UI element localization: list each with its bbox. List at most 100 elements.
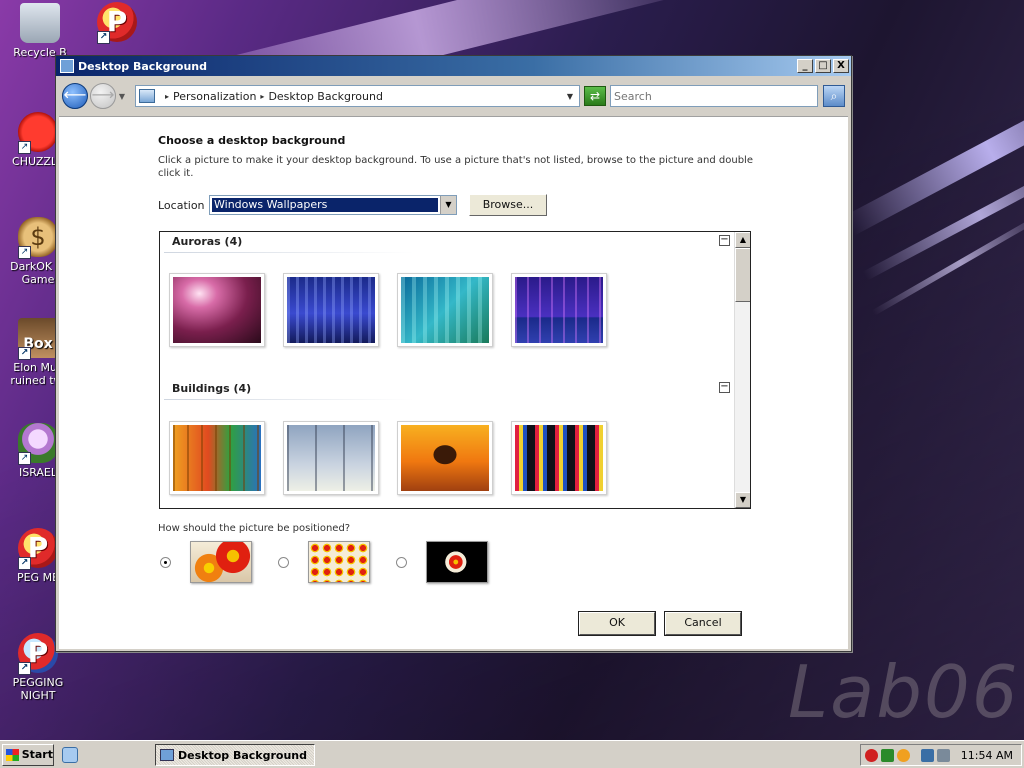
taskbar: Start Desktop Background 11:54 AM xyxy=(0,740,1024,768)
forward-button[interactable]: ⟶ xyxy=(90,83,116,109)
shortcut-arrow-icon: ↗ xyxy=(18,246,31,259)
breadcrumb-personalization[interactable]: Personalization xyxy=(173,90,256,103)
wallpaper-thumbnail xyxy=(515,425,603,491)
group-divider xyxy=(164,399,414,400)
desktop-icon-recycle-bin[interactable]: Recycle B xyxy=(5,3,75,59)
money-bag-icon: $ ↗ xyxy=(18,217,58,259)
thumb-sky-windows[interactable] xyxy=(283,421,379,495)
window-title: Desktop Background xyxy=(78,59,208,73)
scroll-up-button[interactable]: ▲ xyxy=(735,232,750,248)
gallery-scrollbar[interactable]: ▲ ▼ xyxy=(734,232,750,508)
desktop-icon-label: PEGGING NIGHT xyxy=(12,676,64,702)
windows-logo-icon xyxy=(6,748,19,761)
volume-icon[interactable] xyxy=(937,748,950,762)
location-selected-value[interactable]: Windows Wallpapers xyxy=(212,198,438,212)
position-tile-radio[interactable] xyxy=(278,557,289,568)
thumb-aurora-purple[interactable] xyxy=(511,273,607,347)
desktop-watermark: Lab06 xyxy=(788,650,1020,734)
flower-icon: ↗ xyxy=(18,423,58,465)
group-divider xyxy=(164,252,414,253)
box-game-icon: Box ↗ xyxy=(18,318,58,360)
shortcut-arrow-icon: ↗ xyxy=(18,452,31,465)
taskbar-item-label: Desktop Background xyxy=(178,748,308,762)
group-header-auroras: Auroras (4) xyxy=(172,235,243,248)
content-pane: Choose a desktop background Click a pict… xyxy=(59,116,848,649)
wallpaper-streak xyxy=(862,149,1024,281)
thumb-aurora-pink[interactable] xyxy=(169,273,265,347)
refresh-button[interactable]: ⇄ xyxy=(584,86,606,106)
control-panel-icon xyxy=(139,89,155,103)
collapse-buildings-button[interactable]: − xyxy=(719,382,730,393)
start-button[interactable]: Start xyxy=(2,743,54,766)
location-select[interactable]: Windows Wallpapers ▼ xyxy=(209,195,457,215)
search-input[interactable] xyxy=(610,85,818,107)
monitor-icon[interactable] xyxy=(921,748,934,762)
wallpaper-thumbnail xyxy=(173,277,261,343)
desktop-icon-peggle-top[interactable]: P ↗ xyxy=(82,2,152,45)
group-header-buildings: Buildings (4) xyxy=(172,382,252,395)
scroll-down-button[interactable]: ▼ xyxy=(735,492,750,508)
network-icon[interactable] xyxy=(881,748,894,762)
chuzzle-icon: ↗ xyxy=(18,112,58,154)
shortcut-arrow-icon: ↗ xyxy=(18,347,31,360)
wallpaper-thumbnail xyxy=(401,425,489,491)
position-tile-preview[interactable] xyxy=(308,541,370,583)
window-titlebar[interactable]: Desktop Background _ □ X xyxy=(56,56,851,76)
thumb-city-night[interactable] xyxy=(511,421,607,495)
ok-button[interactable]: OK xyxy=(578,611,656,636)
collapse-auroras-button[interactable]: − xyxy=(719,235,730,246)
quick-launch-ie-icon[interactable] xyxy=(62,746,78,763)
address-bar[interactable]: ▸ Personalization ▸ Desktop Background ▼ xyxy=(135,85,580,107)
wallpaper-thumbnail xyxy=(287,277,375,343)
thumb-aurora-blue[interactable] xyxy=(283,273,379,347)
position-fit-preview[interactable] xyxy=(190,541,252,583)
clock[interactable]: 11:54 AM xyxy=(961,749,1013,762)
wallpaper-thumbnail xyxy=(515,277,603,343)
thumb-taj-mahal[interactable] xyxy=(397,421,493,495)
scroll-thumb[interactable] xyxy=(735,248,750,302)
security-alert-icon[interactable] xyxy=(865,748,878,762)
position-center-preview[interactable] xyxy=(426,541,488,583)
wallpaper-thumbnail xyxy=(287,425,375,491)
chevron-down-icon[interactable]: ▼ xyxy=(440,196,456,214)
search-button[interactable]: ⌕ xyxy=(823,85,845,107)
navigation-bar: ⟵ ⟶ ▼ ▸ Personalization ▸ Desktop Backgr… xyxy=(59,78,848,114)
position-center-radio[interactable] xyxy=(396,557,407,568)
chevron-right-icon[interactable]: ▸ xyxy=(260,92,264,101)
wallpaper-gallery: Auroras (4) − Buildings (4) − ▲ ▼ xyxy=(159,231,751,509)
search-tray-icon[interactable] xyxy=(897,748,910,762)
desktop-background-window: Desktop Background _ □ X ⟵ ⟶ ▼ ▸ Persona… xyxy=(55,55,852,652)
close-button[interactable]: X xyxy=(833,59,849,73)
window-icon xyxy=(60,59,74,73)
start-label: Start xyxy=(21,748,53,761)
peggle-icon: P ↗ xyxy=(18,528,58,570)
wallpaper-streak xyxy=(871,210,1024,316)
recycle-bin-icon xyxy=(20,3,60,43)
location-label: Location xyxy=(158,199,205,212)
minimize-button[interactable]: _ xyxy=(797,59,813,73)
thumb-glass-building[interactable] xyxy=(169,421,265,495)
thumb-aurora-teal[interactable] xyxy=(397,273,493,347)
peggle-nights-icon: P ↗ xyxy=(18,633,58,675)
chevron-right-icon[interactable]: ▸ xyxy=(165,92,169,101)
wallpaper-streak xyxy=(843,66,1024,236)
recent-pages-dropdown[interactable]: ▼ xyxy=(117,92,127,101)
peggle-icon: P ↗ xyxy=(97,2,137,44)
address-dropdown-icon[interactable]: ▼ xyxy=(567,92,573,101)
back-button[interactable]: ⟵ xyxy=(62,83,88,109)
maximize-button[interactable]: □ xyxy=(815,59,831,73)
shortcut-arrow-icon: ↗ xyxy=(18,557,31,570)
shortcut-arrow-icon: ↗ xyxy=(18,141,31,154)
window-icon xyxy=(160,749,174,761)
cancel-button[interactable]: Cancel xyxy=(664,611,742,636)
page-heading: Choose a desktop background xyxy=(158,134,346,147)
taskbar-item-desktop-background[interactable]: Desktop Background xyxy=(155,744,315,766)
system-tray: 11:54 AM xyxy=(860,744,1022,766)
wallpaper-thumbnail xyxy=(401,277,489,343)
browse-button[interactable]: Browse... xyxy=(469,194,547,216)
shortcut-arrow-icon: ↗ xyxy=(18,662,31,675)
breadcrumb-desktop-background[interactable]: Desktop Background xyxy=(268,90,383,103)
position-question: How should the picture be positioned? xyxy=(158,523,351,534)
shortcut-arrow-icon: ↗ xyxy=(97,31,110,44)
position-fit-radio[interactable] xyxy=(160,557,171,568)
